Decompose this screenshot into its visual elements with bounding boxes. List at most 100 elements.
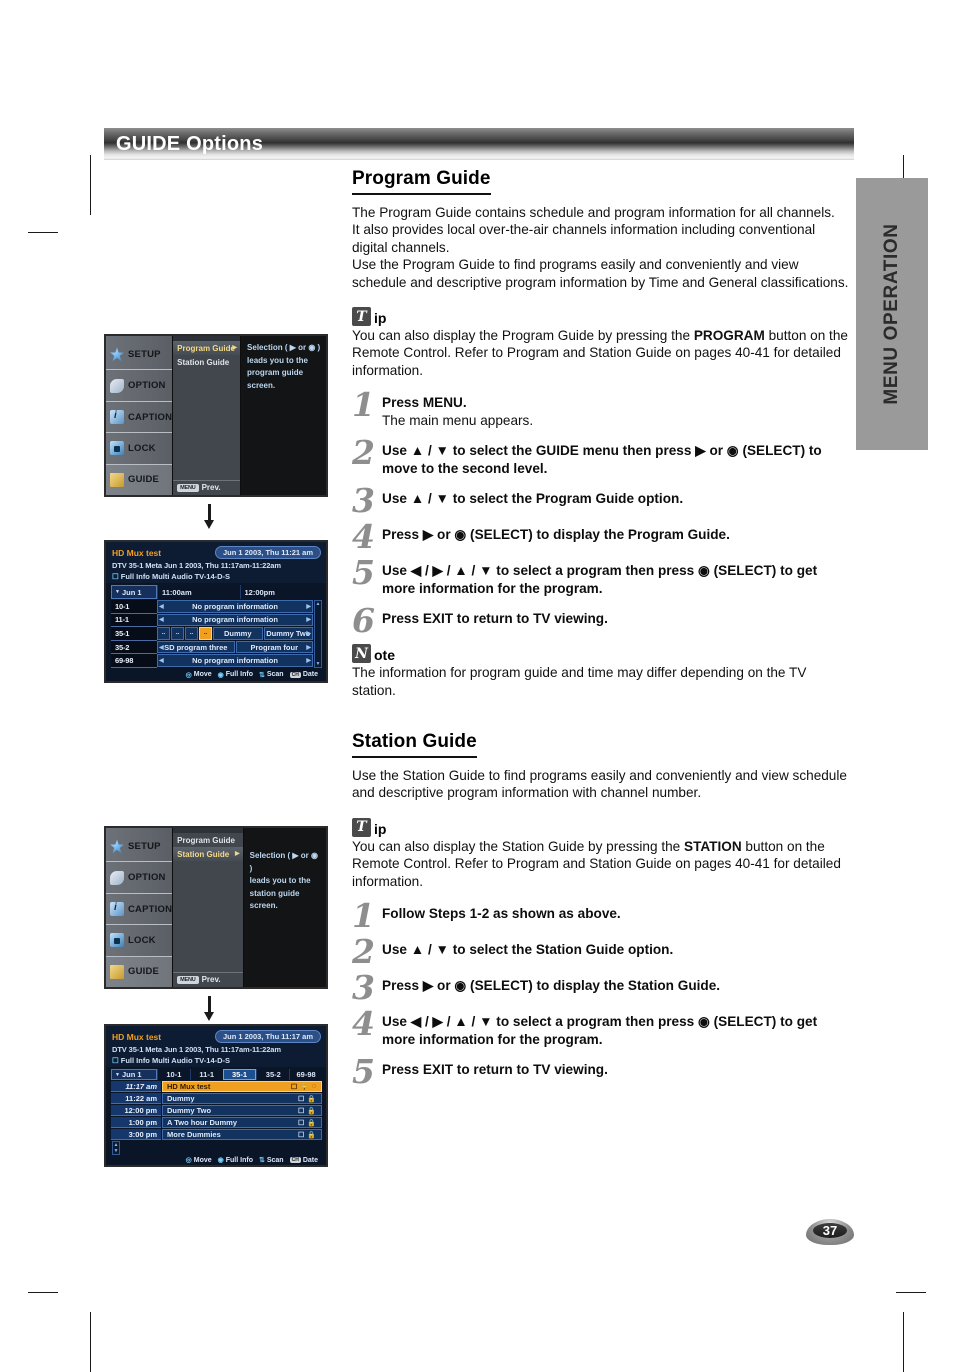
osd-menu2-label-setup: SETUP bbox=[128, 840, 161, 852]
scroll-down-icon: ▼ bbox=[113, 1148, 119, 1154]
sg-list-inner: 11:17 am HD Mux test ☐ 🔒 ◌ 11:22 am Dumm… bbox=[111, 1081, 322, 1141]
program-guide-intro-1: The Program Guide contains schedule and … bbox=[352, 205, 835, 220]
pg-cell-0-0[interactable]: ◀ No program information ▶ bbox=[157, 600, 313, 613]
osd-menu-item-option[interactable]: OPTION bbox=[106, 370, 173, 402]
osd-menu2-item-guide[interactable]: GUIDE bbox=[106, 956, 173, 987]
osd-menu-item-setup[interactable]: SETUP bbox=[106, 339, 173, 371]
osd-menu-station-screenshot: SETUP OPTION CAPTION LOCK GUIDE Program … bbox=[104, 826, 328, 989]
sg-row-1[interactable]: 11:22 am Dummy ☐ 🔒 bbox=[111, 1093, 322, 1105]
pg-time-slot-2: 12:00pm bbox=[239, 585, 323, 599]
sg-program-2[interactable]: Dummy Two ☐ 🔒 bbox=[162, 1105, 322, 1116]
sg-icons-4: ☐ 🔒 bbox=[298, 1131, 316, 1139]
page-header-banner: GUIDE Options bbox=[104, 128, 854, 160]
osd-menu-item-lock[interactable]: LOCK bbox=[106, 433, 173, 465]
pg-cell-2-1[interactable]: .. bbox=[171, 627, 184, 640]
step-text: Press ▶ or ◉ (SELECT) to display the Sta… bbox=[382, 978, 721, 994]
program-guide-steps: 1 Press MENU. The main menu appears. 2 U… bbox=[352, 388, 852, 637]
pg-hint-move: ◎ Move bbox=[186, 671, 212, 679]
pg-meta-line: DTV 35-1 Meta Jun 1 2003, Thu 11:17am-11… bbox=[112, 561, 281, 570]
sg-channel-tab-4[interactable]: 69-98 bbox=[289, 1069, 322, 1080]
sg-row-3[interactable]: 1:00 pm A Two hour Dummy ☐ 🔒 bbox=[111, 1117, 322, 1129]
osd-menu2-help-line-3: station guide screen. bbox=[249, 888, 300, 911]
osd-menu-option-station-guide[interactable]: Station Guide bbox=[173, 355, 240, 369]
pg-cell-4-0[interactable]: ◀ No program information ▶ bbox=[157, 654, 313, 667]
sg-program-label-4: More Dummies bbox=[167, 1130, 221, 1139]
osd-menu2-item-caption[interactable]: CAPTION bbox=[106, 894, 173, 926]
pg-cell-1-0[interactable]: ◀ No program information ▶ bbox=[157, 613, 313, 627]
osd-menu2-item-setup[interactable]: SETUP bbox=[106, 831, 173, 863]
pg-cell-2-0[interactable]: .. bbox=[157, 627, 170, 640]
osd-menu-label-guide: GUIDE bbox=[128, 474, 160, 486]
step-number: 4 bbox=[352, 517, 375, 557]
dpad-icon: ◎ bbox=[185, 671, 192, 679]
sg-date-button-label: Jun 1 bbox=[121, 1070, 142, 1079]
arrow-head bbox=[204, 1012, 214, 1021]
sg-row-2[interactable]: 12:00 pm Dummy Two ☐ 🔒 bbox=[111, 1105, 322, 1117]
step-text: Press MENU. bbox=[382, 395, 467, 411]
step-number: 4 bbox=[352, 1004, 375, 1044]
sg-date-button[interactable]: ▼ Jun 1 bbox=[111, 1069, 157, 1080]
pg-channel-4[interactable]: 69-98 bbox=[111, 654, 157, 668]
sg-icons-2: ☐ 🔒 bbox=[298, 1107, 316, 1115]
sg-program-label-3: A Two hour Dummy bbox=[167, 1118, 237, 1127]
sg-program-3[interactable]: A Two hour Dummy ☐ 🔒 bbox=[162, 1117, 322, 1128]
page-number-badge: 37 bbox=[806, 1219, 854, 1245]
pg-cell-3-0[interactable]: ◀ SD program three bbox=[157, 640, 235, 654]
pg-channel-3[interactable]: 35-2 bbox=[111, 641, 157, 655]
osd-menu2-option-station-guide[interactable]: Station Guide bbox=[173, 847, 243, 861]
pg-cell-2-3-selected[interactable]: .. bbox=[199, 627, 212, 640]
pg-vertical-scrollbar[interactable]: ▲ ▼ bbox=[314, 600, 322, 668]
pg-date-button[interactable]: ▼ Jun 1 bbox=[111, 585, 157, 599]
pg-flags-line: ☐ Full Info Multi Audio TV-14-D-S bbox=[112, 572, 321, 581]
sg-channel-tab-2-selected[interactable]: 35-1 bbox=[222, 1069, 257, 1080]
pg-channel-0[interactable]: 10-1 bbox=[111, 600, 157, 614]
sg-row-4[interactable]: 3:00 pm More Dummies ☐ 🔒 bbox=[111, 1129, 322, 1141]
pg-cell-2-4[interactable]: Dummy bbox=[213, 627, 263, 640]
setup-icon bbox=[110, 839, 124, 854]
crop-mark-bottom-right bbox=[903, 1312, 904, 1372]
osd-menu2-option-program-guide[interactable]: Program Guide bbox=[173, 833, 243, 847]
osd-menu-option-program-guide[interactable]: Program Guide bbox=[173, 341, 241, 355]
sg-channel-tab-1[interactable]: 11-1 bbox=[189, 1069, 223, 1080]
osd-menu2-item-option[interactable]: OPTION bbox=[106, 862, 173, 894]
step-subtext: The main menu appears. bbox=[382, 413, 534, 429]
sg-channel-tab-3[interactable]: 35-2 bbox=[256, 1069, 289, 1080]
crop-mark-bottom-right-h bbox=[896, 1292, 926, 1293]
step-text: Press EXIT to return to TV viewing. bbox=[382, 611, 608, 627]
setup-icon bbox=[110, 347, 124, 362]
scroll-left-icon: ◀ bbox=[159, 658, 164, 665]
pg-cell-2-5[interactable]: Dummy Two ▶ bbox=[263, 627, 313, 640]
step-text: Use ◀ / ▶ / ▲ / ▼ to select a program th… bbox=[382, 1014, 818, 1048]
pg-channel-1[interactable]: 11-1 bbox=[111, 614, 157, 628]
pg-cell-3-1[interactable]: Program four ▶ bbox=[235, 640, 313, 654]
sg-channel-tab-0[interactable]: 10-1 bbox=[157, 1069, 190, 1080]
step-number: 2 bbox=[352, 932, 375, 972]
scroll-right-icon: ▶ bbox=[306, 630, 311, 637]
sg-program-0[interactable]: HD Mux test ☐ 🔒 ◌ bbox=[162, 1081, 322, 1092]
station-guide-intro: Use the Station Guide to find programs e… bbox=[352, 768, 847, 801]
osd-menu2-item-lock[interactable]: LOCK bbox=[106, 925, 173, 957]
sg-program-4[interactable]: More Dummies ☐ 🔒 bbox=[162, 1129, 322, 1140]
pg-cell-label-3-0: SD program three bbox=[164, 642, 228, 652]
pg-footer-hints: ◎ Move ◉ Full Info ⇅ Scan CH Date bbox=[106, 668, 326, 681]
station-guide-step-5: 5 Press EXIT to return to TV viewing. bbox=[352, 1055, 852, 1088]
sg-row-0[interactable]: 11:17 am HD Mux test ☐ 🔒 ◌ bbox=[111, 1081, 322, 1093]
osd-menu2-label-lock: LOCK bbox=[128, 934, 156, 946]
step-number: 2 bbox=[352, 433, 375, 473]
caption-icon: ☐ bbox=[290, 1083, 298, 1091]
crop-mark-bottom-left-h bbox=[28, 1292, 58, 1293]
pg-cell-label-0-0: No program information bbox=[192, 601, 278, 611]
osd-menu-item-caption[interactable]: CAPTION bbox=[106, 402, 173, 434]
sg-vertical-scrollbar[interactable]: ▲ ▼ bbox=[112, 1141, 120, 1155]
sg-program-1[interactable]: Dummy ☐ 🔒 bbox=[162, 1093, 322, 1104]
caption-icon bbox=[110, 902, 124, 917]
pg-row-1: ◀ No program information ▶ bbox=[157, 613, 313, 628]
pg-channel-2[interactable]: 35-1 bbox=[111, 627, 157, 641]
pg-cell-2-2[interactable]: .. bbox=[185, 627, 198, 640]
osd-menu-item-guide[interactable]: GUIDE bbox=[106, 464, 173, 495]
pg-hint-scan-label: Scan bbox=[266, 671, 284, 678]
station-guide-step-3: 3 Press ▶ or ◉ (SELECT) to display the S… bbox=[352, 971, 852, 1004]
station-guide-steps: 1 Follow Steps 1-2 as shown as above. 2 … bbox=[352, 899, 852, 1088]
scroll-up-icon: ▲ bbox=[315, 601, 321, 607]
sg-hint-fullinfo: ◉ Full Info bbox=[218, 1156, 253, 1165]
